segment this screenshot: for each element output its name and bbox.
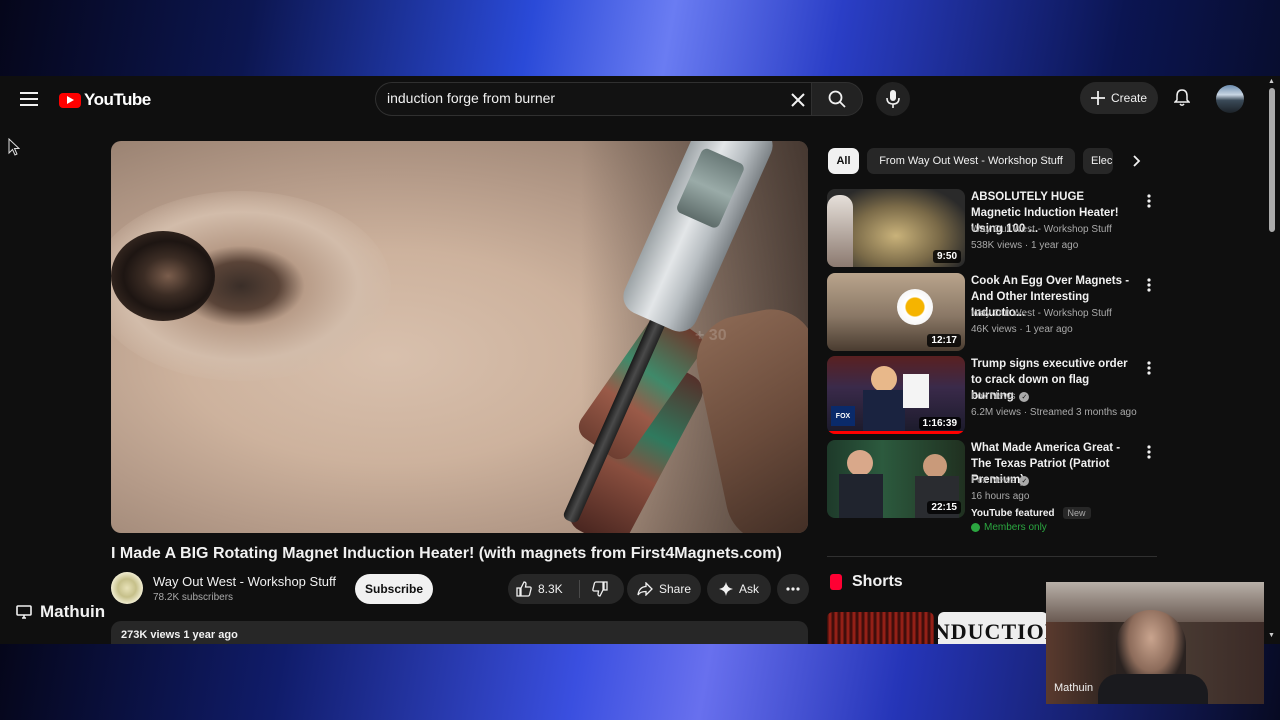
divider bbox=[827, 556, 1157, 557]
monitor-icon bbox=[16, 605, 32, 619]
recommendation-item[interactable]: 9:50 ABSOLUTELY HUGE Magnetic Induction … bbox=[827, 189, 1157, 269]
more-actions-icon[interactable] bbox=[777, 574, 809, 604]
recommendation-item[interactable]: FOX 1:16:39 Trump signs executive order … bbox=[827, 356, 1157, 436]
video-player[interactable]: + 30 bbox=[111, 141, 808, 533]
short-thumbnail[interactable]: INDUCTION bbox=[938, 612, 1048, 644]
mouse-cursor-icon bbox=[8, 137, 21, 161]
logo-text: YouTube bbox=[84, 90, 151, 109]
create-button[interactable]: Create bbox=[1080, 82, 1158, 114]
thumbs-up-icon bbox=[516, 581, 532, 597]
thumbs-down-icon bbox=[591, 581, 608, 597]
scroll-down-arrow-icon[interactable]: ▼ bbox=[1268, 632, 1275, 639]
dislike-button[interactable] bbox=[591, 581, 608, 597]
short-thumbnail[interactable] bbox=[827, 612, 934, 644]
scroll-up-arrow-icon[interactable]: ▲ bbox=[1268, 78, 1275, 85]
ask-label: Ask bbox=[738, 582, 759, 596]
recommendation-item[interactable]: 22:15 What Made America Great - The Texa… bbox=[827, 440, 1157, 540]
microphone-icon bbox=[886, 90, 900, 108]
like-button[interactable]: 8.3K bbox=[516, 581, 563, 597]
members-only-badge: Members only bbox=[971, 522, 1047, 533]
video-thumbnail[interactable]: 12:17 bbox=[827, 273, 965, 351]
kebab-menu-icon[interactable] bbox=[1141, 275, 1157, 295]
kebab-menu-icon[interactable] bbox=[1141, 358, 1157, 378]
share-icon bbox=[637, 582, 653, 596]
kebab-menu-icon[interactable] bbox=[1141, 191, 1157, 211]
like-count: 8.3K bbox=[538, 582, 563, 596]
recommendation-meta: 16 hours ago bbox=[971, 491, 1030, 502]
channel-name[interactable]: Way Out West - Workshop Stuff bbox=[153, 574, 336, 589]
chip-from-channel[interactable]: From Way Out West - Workshop Stuff bbox=[867, 148, 1075, 174]
account-avatar[interactable] bbox=[1216, 85, 1244, 113]
recommendation-channel[interactable]: Fox News ✓ bbox=[971, 475, 1030, 486]
watch-progress bbox=[827, 431, 965, 434]
recommendation-item[interactable]: 12:17 Cook An Egg Over Magnets - And Oth… bbox=[827, 273, 1157, 353]
channel-avatar[interactable] bbox=[111, 572, 143, 604]
recommendation-meta: 538K views · 1 year ago bbox=[971, 240, 1079, 251]
subscribe-button[interactable]: Subscribe bbox=[355, 574, 433, 604]
share-label: Share bbox=[658, 582, 692, 596]
share-button[interactable]: Share bbox=[627, 574, 701, 604]
video-thumbnail[interactable]: FOX 1:16:39 bbox=[827, 356, 965, 434]
video-duration: 12:17 bbox=[927, 334, 961, 347]
shorts-header: Shorts bbox=[830, 573, 903, 591]
members-icon bbox=[971, 523, 980, 532]
kebab-menu-icon[interactable] bbox=[1141, 442, 1157, 462]
search-icon bbox=[828, 90, 846, 108]
recommendation-channel[interactable]: Way Out West - Workshop Stuff bbox=[971, 308, 1112, 319]
streamer-name: Mathuin bbox=[40, 602, 106, 621]
recommendation-channel[interactable]: Fox News ✓ bbox=[971, 391, 1030, 402]
scrollbar-thumb[interactable] bbox=[1269, 88, 1275, 232]
new-badge: New bbox=[1062, 507, 1091, 519]
notifications-bell-icon[interactable] bbox=[1168, 84, 1196, 112]
scrollbar[interactable] bbox=[1268, 88, 1276, 634]
video-thumbnail[interactable]: 9:50 bbox=[827, 189, 965, 267]
webcam-overlay: Mathuin bbox=[1046, 582, 1264, 704]
recommendation-meta: 46K views · 1 year ago bbox=[971, 324, 1073, 335]
search-input[interactable] bbox=[387, 90, 777, 106]
verified-check-icon: ✓ bbox=[1019, 475, 1030, 486]
streamer-tag: Mathuin bbox=[16, 602, 105, 622]
featured-label: YouTube featured bbox=[971, 507, 1055, 519]
like-dislike-group: 8.3K bbox=[508, 574, 624, 604]
voice-search-button[interactable] bbox=[876, 82, 910, 116]
hamburger-menu-icon[interactable] bbox=[14, 84, 44, 114]
create-label: Create bbox=[1110, 91, 1148, 105]
sparkle-icon bbox=[718, 582, 733, 596]
clear-search-icon[interactable] bbox=[787, 91, 809, 109]
chip-all[interactable]: All bbox=[828, 148, 859, 174]
video-duration: 9:50 bbox=[932, 250, 961, 263]
video-duration: 1:16:39 bbox=[918, 417, 961, 430]
video-duration: 22:15 bbox=[927, 501, 961, 514]
search-box[interactable] bbox=[375, 82, 811, 116]
recommendation-channel[interactable]: Way Out West - Workshop Stuff bbox=[971, 224, 1112, 235]
search-button[interactable] bbox=[811, 82, 863, 116]
play-logo-icon bbox=[59, 92, 81, 108]
shorts-title: Shorts bbox=[852, 573, 903, 590]
shorts-icon bbox=[830, 574, 842, 590]
chip-elec[interactable]: Elec bbox=[1083, 148, 1113, 174]
description-box[interactable]: 273K views 1 year ago bbox=[111, 621, 808, 644]
featured-row: YouTube featured New bbox=[971, 507, 1091, 519]
youtube-logo[interactable]: YouTube bbox=[59, 90, 151, 110]
recommendation-meta: 6.2M views · Streamed 3 months ago bbox=[971, 407, 1137, 418]
chevron-right-icon[interactable] bbox=[1124, 148, 1150, 174]
ask-button[interactable]: Ask bbox=[707, 574, 771, 604]
verified-check-icon: ✓ bbox=[1019, 391, 1030, 402]
channel-subscriber-count: 78.2K subscribers bbox=[153, 592, 234, 603]
youtube-window: YouTube Create + 30 I Made A BIG Rotatin… bbox=[0, 76, 1280, 644]
video-title: I Made A BIG Rotating Magnet Induction H… bbox=[111, 545, 782, 562]
video-thumbnail[interactable]: 22:15 bbox=[827, 440, 965, 518]
disc-center-graphic bbox=[111, 231, 215, 321]
plus-icon bbox=[1090, 91, 1105, 105]
webcam-name: Mathuin bbox=[1054, 682, 1094, 694]
views-and-date: 273K views 1 year ago bbox=[121, 629, 238, 641]
fox-news-logo: FOX bbox=[831, 406, 855, 426]
seek-hint: + 30 bbox=[695, 327, 727, 344]
